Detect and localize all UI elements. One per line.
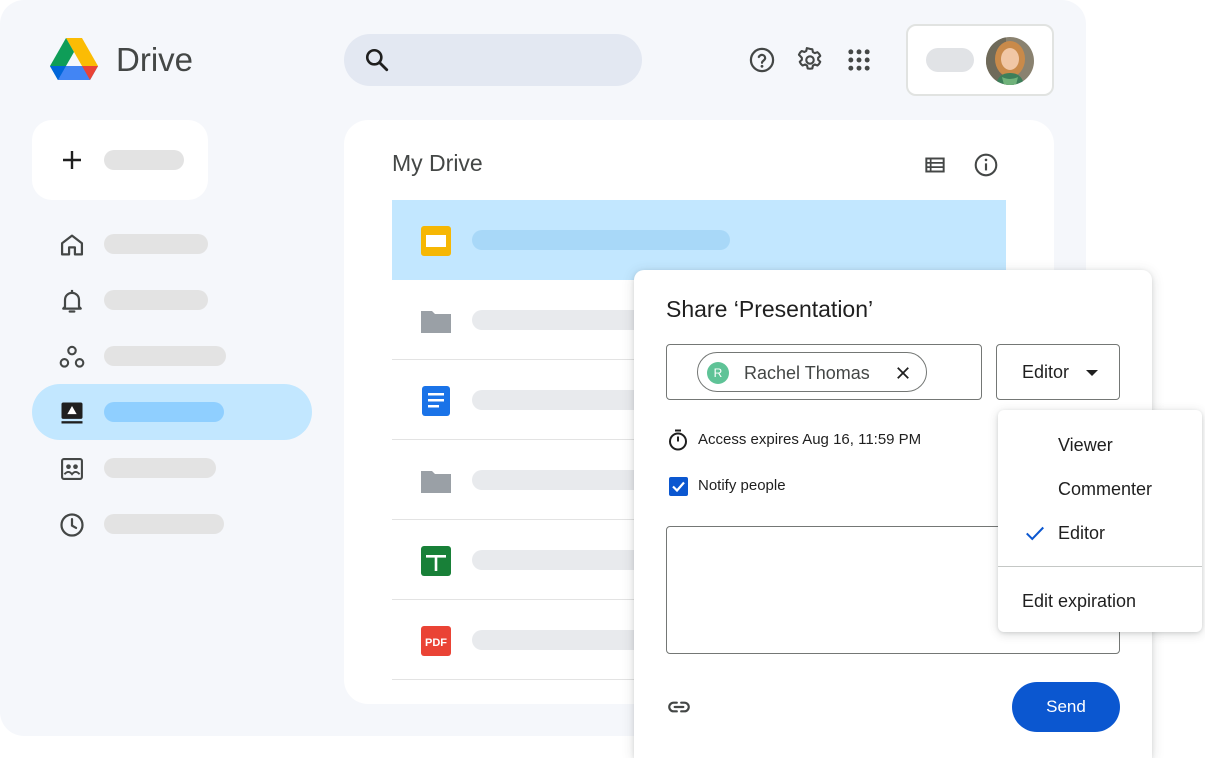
notify-checkbox[interactable]: [669, 477, 688, 496]
timer-icon: [669, 429, 687, 451]
expiry-text: Access expires Aug 16, 11:59 PM: [698, 431, 922, 448]
search-icon: [365, 48, 389, 72]
role-dropdown[interactable]: Editor: [996, 344, 1120, 400]
menu-item-viewer[interactable]: Viewer: [998, 422, 1202, 466]
person-name: Rachel Thomas: [744, 363, 870, 383]
menu-item-editor[interactable]: Editor: [998, 510, 1202, 554]
role-menu: Viewer Commenter Editor Edit expiration: [998, 410, 1202, 632]
drive-logo-icon[interactable]: [50, 38, 98, 82]
link-icon[interactable]: [666, 694, 692, 720]
sidebar-label-placeholder: [104, 234, 208, 254]
sidebar-item-shared[interactable]: [32, 328, 312, 384]
list-view-icon[interactable]: [922, 152, 948, 178]
notify-label: Notify people: [698, 477, 786, 494]
menu-item-label: Editor: [1058, 523, 1106, 543]
menu-divider: [998, 566, 1202, 567]
new-button-label-placeholder: [104, 150, 184, 170]
send-button[interactable]: Send: [1012, 682, 1120, 732]
svg-text:PDF: PDF: [425, 637, 447, 649]
chevron-down-icon: [1086, 370, 1098, 376]
sidebar-label-placeholder: [104, 346, 226, 366]
help-icon[interactable]: [748, 46, 776, 74]
menu-item-label: Commenter: [1058, 479, 1153, 499]
plus-icon: [63, 151, 81, 169]
new-button[interactable]: [32, 120, 208, 200]
menu-item-label: Viewer: [1058, 435, 1113, 455]
folder-icon: [421, 471, 451, 493]
check-icon: [1026, 526, 1044, 541]
shared-drives-icon: [61, 458, 83, 480]
sidebar-label-placeholder: [104, 290, 208, 310]
apps-grid-icon[interactable]: [845, 46, 873, 74]
sidebar-item-home[interactable]: [32, 216, 312, 272]
sidebar-item-notifications[interactable]: [32, 272, 312, 328]
menu-item-commenter[interactable]: Commenter: [998, 466, 1202, 510]
home-icon: [60, 234, 84, 256]
menu-item-edit-expiration[interactable]: Edit expiration: [998, 578, 1202, 622]
person-chip[interactable]: R Rachel Thomas: [697, 352, 927, 392]
shared-icon: [59, 345, 85, 368]
my-drive-icon: [61, 402, 83, 424]
sidebar-label-placeholder: [104, 402, 224, 422]
app-brand: Drive: [116, 41, 194, 78]
info-icon[interactable]: [973, 152, 999, 178]
role-dropdown-label: Editor: [1022, 362, 1070, 382]
file-name-placeholder: [472, 230, 730, 250]
avatar[interactable]: [986, 37, 1034, 85]
search-bar[interactable]: [344, 34, 642, 86]
account-switcher[interactable]: [906, 24, 1054, 96]
person-avatar: R: [707, 362, 729, 384]
page-title: My Drive: [392, 150, 483, 176]
sidebar-item-recent[interactable]: [32, 496, 312, 552]
settings-icon[interactable]: [796, 46, 824, 74]
notifications-icon: [62, 289, 82, 313]
slides-icon: [421, 226, 451, 256]
docs-icon: [422, 386, 450, 416]
folder-icon: [421, 311, 451, 333]
file-row[interactable]: [392, 200, 1006, 280]
menu-item-label: Edit expiration: [1022, 591, 1137, 611]
recent-icon: [60, 513, 84, 537]
sidebar-label-placeholder: [104, 458, 216, 478]
sidebar-item-my-drive[interactable]: [32, 384, 312, 440]
sidebar-label-placeholder: [104, 514, 224, 534]
add-people-input[interactable]: R Rachel Thomas: [666, 344, 982, 400]
account-name-placeholder: [926, 48, 974, 72]
sidebar-item-shared-drives[interactable]: [32, 440, 312, 496]
close-icon[interactable]: [894, 364, 912, 382]
dialog-title: Share ‘Presentation’: [666, 296, 874, 322]
pdf-icon: PDF: [421, 626, 451, 656]
sheets-icon: [421, 546, 451, 576]
